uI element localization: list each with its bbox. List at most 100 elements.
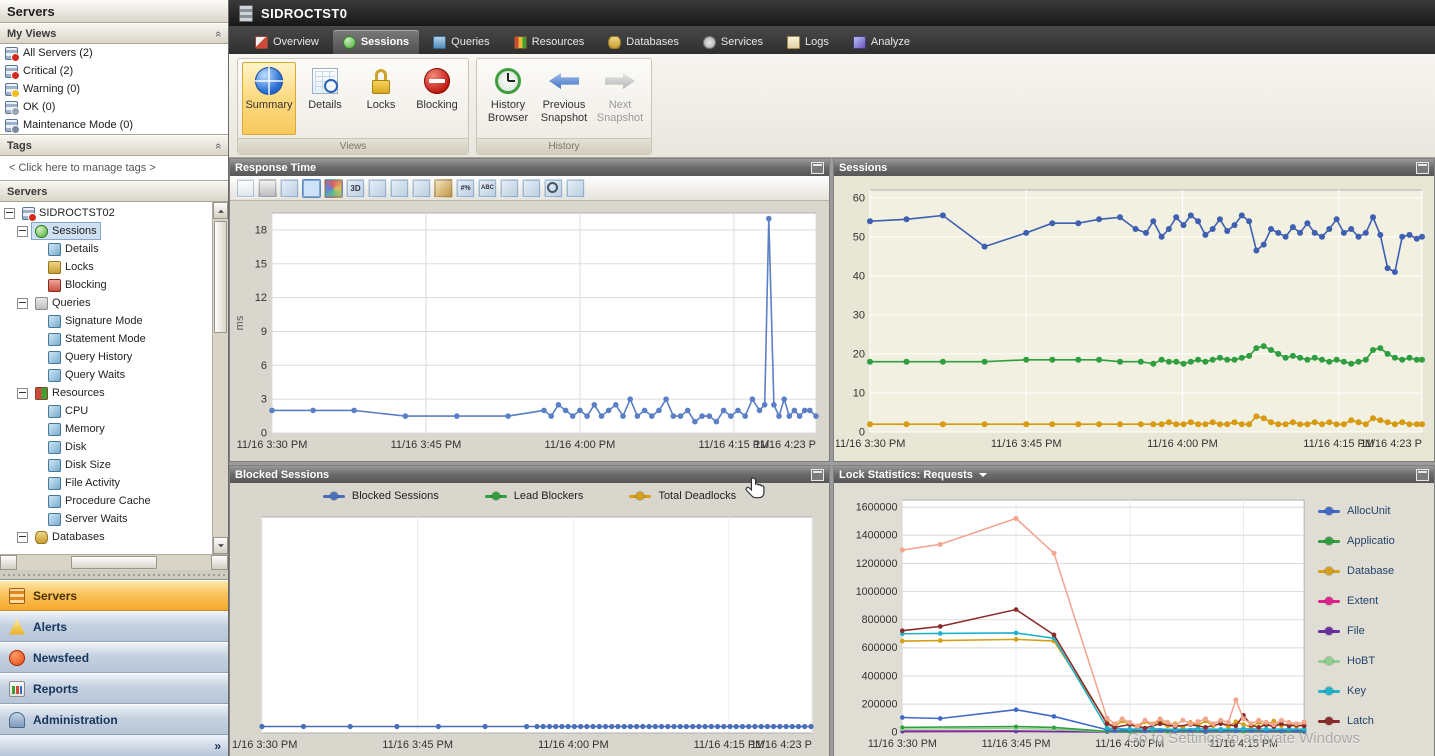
tree-item-signature-mode[interactable]: Signature Mode — [0, 312, 212, 330]
tb-properties-icon[interactable] — [566, 178, 585, 198]
sidebar-item-all-servers-2[interactable]: All Servers (2) — [0, 44, 228, 62]
tree-item-statement-mode[interactable]: Statement Mode — [0, 330, 212, 348]
legend-item-database[interactable]: Database — [1318, 565, 1430, 577]
tags-header[interactable]: Tags — [0, 135, 228, 156]
scroll-left-icon[interactable] — [0, 555, 17, 570]
tab-databases[interactable]: Databases — [598, 30, 689, 54]
sidebar-item-critical-2[interactable]: Critical (2) — [0, 62, 228, 80]
locks-button[interactable]: Locks — [354, 62, 408, 135]
tb-window-icon[interactable] — [500, 178, 519, 198]
tree-item-sessions[interactable]: Sessions — [0, 222, 212, 240]
splitter-grip[interactable] — [0, 570, 228, 579]
tb-rotate-icon[interactable] — [390, 178, 409, 198]
expander-icon[interactable] — [17, 531, 28, 543]
tree-item-locks[interactable]: Locks — [0, 258, 212, 276]
tb-values-icon[interactable] — [456, 178, 475, 198]
tree-item-disk[interactable]: Disk — [0, 438, 212, 456]
tb-zoom-icon[interactable] — [544, 178, 563, 198]
tab-queries[interactable]: Queries — [423, 30, 500, 54]
nav-item-administration[interactable]: Administration — [0, 704, 228, 735]
tree-item-cpu[interactable]: CPU — [0, 402, 212, 420]
tree-item-query-history[interactable]: Query History — [0, 348, 212, 366]
scroll-thumb[interactable] — [71, 556, 158, 569]
tab-services[interactable]: Services — [693, 30, 773, 54]
expander-icon[interactable] — [17, 387, 28, 399]
legend-item-total-deadlocks[interactable]: Total Deadlocks — [629, 490, 736, 502]
scroll-down-icon[interactable] — [213, 537, 228, 554]
tb-axes-icon[interactable] — [368, 178, 387, 198]
tb-print-icon[interactable] — [258, 178, 277, 198]
servers-tree-header[interactable]: Servers — [0, 181, 228, 202]
more-options-icon[interactable] — [214, 739, 221, 753]
tree-item-procedure-cache[interactable]: Procedure Cache — [0, 492, 212, 510]
tree-item-server-waits[interactable]: Server Waits — [0, 510, 212, 528]
maximize-panel-icon[interactable] — [1416, 161, 1429, 174]
tree-item-file-activity[interactable]: File Activity — [0, 474, 212, 492]
legend-item-allocunit[interactable]: AllocUnit — [1318, 505, 1430, 517]
tb-palette-icon[interactable] — [324, 178, 343, 198]
legend-item-applicatio[interactable]: Applicatio — [1318, 535, 1430, 547]
scroll-track[interactable] — [17, 555, 211, 570]
dropdown-icon[interactable] — [978, 473, 987, 481]
collapse-icon[interactable] — [212, 142, 224, 148]
summary-button[interactable]: Summary — [242, 62, 296, 135]
tree-item-query-waits[interactable]: Query Waits — [0, 366, 212, 384]
tb-copy-icon[interactable] — [236, 178, 255, 198]
tree-vertical-scrollbar[interactable] — [212, 202, 228, 554]
tb-pen-icon[interactable] — [434, 178, 453, 198]
tree-horizontal-scrollbar[interactable] — [0, 554, 228, 570]
nav-item-reports[interactable]: Reports — [0, 673, 228, 704]
tb-grid-icon[interactable] — [522, 178, 541, 198]
tab-sessions[interactable]: Sessions — [332, 30, 420, 54]
maximize-panel-icon[interactable] — [811, 468, 824, 481]
tree-item-sidroctst02[interactable]: SIDROCTST02 — [0, 204, 212, 222]
legend-item-hobt[interactable]: HoBT — [1318, 655, 1430, 667]
sidebar-item-maintenance-mode-0[interactable]: Maintenance Mode (0) — [0, 116, 228, 134]
sidebar-item-warning-0[interactable]: Warning (0) — [0, 80, 228, 98]
my-views-header[interactable]: My Views — [0, 23, 228, 44]
tree-item-memory[interactable]: Memory — [0, 420, 212, 438]
legend-item-latch[interactable]: Latch — [1318, 715, 1430, 727]
maximize-panel-icon[interactable] — [1416, 468, 1429, 481]
expander-icon[interactable] — [4, 207, 15, 219]
tb-abc-icon[interactable] — [478, 178, 497, 198]
nav-item-newsfeed[interactable]: Newsfeed — [0, 642, 228, 673]
legend-item-file[interactable]: File — [1318, 625, 1430, 637]
nav-item-servers[interactable]: Servers — [0, 580, 228, 611]
scroll-thumb[interactable] — [214, 221, 227, 333]
tree-item-blocking[interactable]: Blocking — [0, 276, 212, 294]
sidebar-item-ok-0[interactable]: OK (0) — [0, 98, 228, 116]
tb-3d-icon[interactable] — [346, 178, 365, 198]
manage-tags-link[interactable]: < Click here to manage tags > — [0, 156, 228, 181]
maximize-panel-icon[interactable] — [811, 161, 824, 174]
tb-export-icon[interactable] — [280, 178, 299, 198]
tree-item-queries[interactable]: Queries — [0, 294, 212, 312]
tab-logs[interactable]: Logs — [777, 30, 839, 54]
tree-item-resources[interactable]: Resources — [0, 384, 212, 402]
details-button[interactable]: Details — [298, 62, 352, 135]
scroll-track[interactable] — [213, 219, 228, 537]
collapse-icon[interactable] — [212, 30, 224, 36]
scroll-up-icon[interactable] — [213, 202, 228, 219]
previous-snapshot-button[interactable]: Previous Snapshot — [537, 62, 591, 135]
tree-item-details[interactable]: Details — [0, 240, 212, 258]
my-views-header-label: My Views — [7, 27, 57, 40]
legend-item-blocked-sessions[interactable]: Blocked Sessions — [322, 490, 439, 502]
nav-item-alerts[interactable]: Alerts — [0, 611, 228, 642]
next-snapshot-button[interactable]: Next Snapshot — [593, 62, 647, 135]
tab-overview[interactable]: Overview — [245, 30, 329, 54]
tab-resources[interactable]: Resources — [504, 30, 595, 54]
legend-item-extent[interactable]: Extent — [1318, 595, 1430, 607]
tree-item-databases[interactable]: Databases — [0, 528, 212, 546]
legend-item-lead-blockers[interactable]: Lead Blockers — [484, 490, 583, 502]
tb-gallery-icon[interactable] — [302, 178, 321, 198]
tree-item-disk-size[interactable]: Disk Size — [0, 456, 212, 474]
blocking-button[interactable]: Blocking — [410, 62, 464, 135]
expander-icon[interactable] — [17, 297, 28, 309]
expander-icon[interactable] — [17, 225, 28, 237]
scroll-right-icon[interactable] — [211, 555, 228, 570]
tab-analyze[interactable]: Analyze — [843, 30, 920, 54]
tb-undo-icon[interactable] — [412, 178, 431, 198]
history-browser-button[interactable]: History Browser — [481, 62, 535, 135]
legend-item-key[interactable]: Key — [1318, 685, 1430, 697]
